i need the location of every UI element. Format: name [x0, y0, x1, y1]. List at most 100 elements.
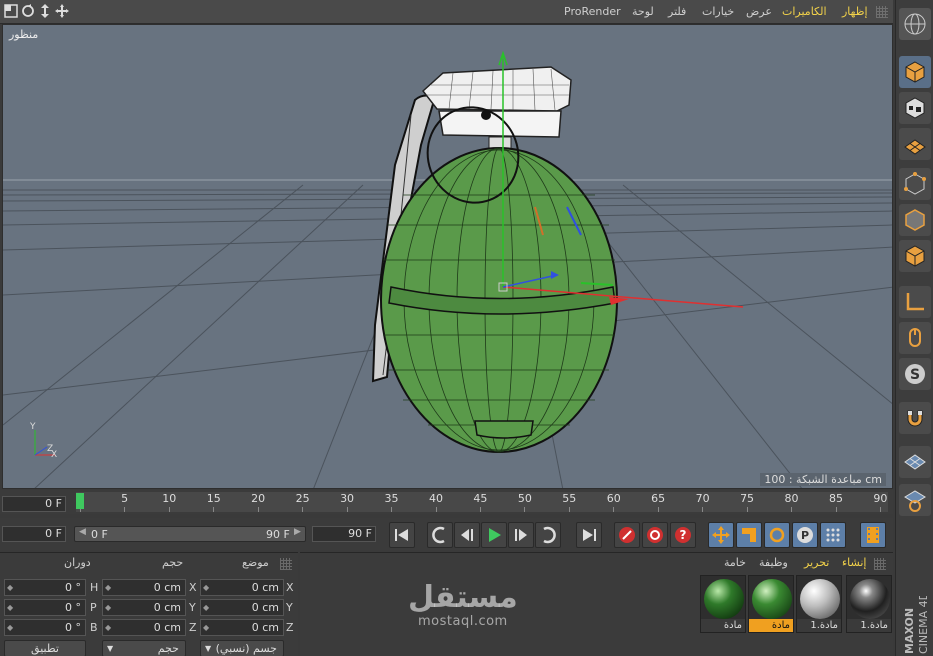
rotation-b-field[interactable]: ◆ 0 °: [4, 619, 86, 636]
material-swatch[interactable]: مادة: [700, 575, 746, 633]
solo-button[interactable]: S: [899, 358, 931, 390]
menu-cameras[interactable]: الكاميرات: [782, 5, 827, 18]
frame-range-slider[interactable]: ◀ 0 F 90 F ▶: [74, 526, 306, 542]
panel-grip-icon[interactable]: [876, 6, 888, 18]
locked-workplane-button[interactable]: [899, 484, 931, 516]
spinner-icon[interactable]: ◆: [105, 580, 111, 595]
position-x-field[interactable]: ◆ 0 cm: [200, 579, 284, 596]
texture-mode-button[interactable]: [899, 92, 931, 124]
rotate-icon[interactable]: [20, 4, 36, 20]
chevron-down-icon: ▼: [107, 644, 114, 653]
snap-button[interactable]: [899, 402, 931, 434]
workplane-button[interactable]: [899, 128, 931, 160]
timeline-tick: [302, 507, 304, 512]
apply-button[interactable]: تطبيق: [4, 640, 86, 656]
material-swatch[interactable]: مادة.1: [796, 575, 842, 633]
next-key-button[interactable]: [535, 522, 561, 548]
spinner-icon[interactable]: ◆: [105, 620, 111, 635]
keyframe-selection-button[interactable]: ?: [670, 522, 696, 548]
panel-grip-icon[interactable]: [874, 558, 886, 570]
rotation-key-toggle[interactable]: [764, 522, 790, 548]
workplane-grid-button[interactable]: [899, 446, 931, 478]
points-cube-icon: [904, 172, 926, 195]
edges-cube-icon: [905, 209, 925, 231]
position-key-toggle[interactable]: [708, 522, 734, 548]
material-swatch-selected[interactable]: مادة: [748, 575, 794, 633]
sphere-wire-icon: [904, 13, 926, 35]
position-z-field[interactable]: ◆ 0 cm: [200, 619, 284, 636]
tweak-mode-button[interactable]: [899, 322, 931, 354]
end-frame-field[interactable]: 90 F: [312, 526, 376, 542]
question-key-icon: ?: [675, 527, 691, 543]
menu-panel[interactable]: لوحة: [632, 5, 654, 18]
point-level-toggle[interactable]: [820, 522, 846, 548]
menu-options[interactable]: خيارات: [702, 5, 734, 18]
range-right-arrow-icon[interactable]: ▶: [294, 527, 301, 537]
spinner-icon[interactable]: ◆: [7, 600, 13, 615]
edges-mode-button[interactable]: [899, 204, 931, 236]
range-left-arrow-icon[interactable]: ◀: [79, 527, 86, 537]
range-start-value: 0 F: [91, 528, 108, 541]
current-frame-field[interactable]: 0 F: [2, 526, 66, 542]
grid-plane-blue-icon: [904, 454, 926, 470]
play-button[interactable]: [481, 522, 507, 548]
record-keys-button[interactable]: [614, 522, 640, 548]
axis-mode-button[interactable]: [899, 286, 931, 318]
next-key-icon: [543, 526, 556, 544]
position-header: موضع: [242, 556, 269, 569]
previous-key-button[interactable]: [427, 522, 453, 548]
menu-prorender[interactable]: ProRender: [564, 5, 621, 18]
menu-function[interactable]: وظيفة: [759, 556, 788, 569]
timeline-tick-label: 80: [784, 492, 799, 505]
move-cross-icon[interactable]: [54, 4, 70, 20]
menu-filter[interactable]: فلتر: [668, 5, 686, 18]
auto-key-button[interactable]: [642, 522, 668, 548]
timeline-ruler[interactable]: 051015202530354045505560657075808590: [76, 492, 888, 512]
maximize-icon[interactable]: [3, 4, 19, 20]
menu-view[interactable]: عرض: [746, 5, 772, 18]
size-x-field[interactable]: ◆ 0 cm: [102, 579, 186, 596]
magnet-icon: [907, 410, 923, 427]
material-swatch[interactable]: مادة.1: [846, 575, 892, 633]
size-mode-dropdown[interactable]: ▼ حجم: [102, 640, 186, 656]
playhead[interactable]: [76, 493, 84, 509]
scale-key-toggle[interactable]: [736, 522, 762, 548]
spinner-icon[interactable]: ◆: [105, 600, 111, 615]
dots-grid-icon: [826, 528, 840, 542]
timeline-tick-label: 25: [295, 492, 310, 505]
spinner-icon[interactable]: ◆: [203, 600, 209, 615]
menu-create[interactable]: إنشاء: [842, 556, 866, 569]
previous-frame-button[interactable]: [454, 522, 480, 548]
pos-axis-label: Z: [286, 621, 294, 634]
menu-display[interactable]: إظهار: [842, 5, 868, 18]
polygons-mode-button[interactable]: [899, 240, 931, 272]
perspective-viewport[interactable]: X Z Y منظور مباعدة الشبكة : 100 cm: [2, 24, 893, 489]
autokey-icon: [647, 527, 663, 543]
points-mode-button[interactable]: [899, 168, 931, 200]
model-mode-button[interactable]: [899, 56, 931, 88]
rotation-p-field[interactable]: ◆ 0 °: [4, 599, 86, 616]
spinner-icon[interactable]: ◆: [7, 620, 13, 635]
parameter-key-toggle[interactable]: P: [792, 522, 818, 548]
go-to-end-button[interactable]: [576, 522, 602, 548]
coordinate-mode-dropdown[interactable]: ▼ جسم (نسبي): [200, 640, 284, 656]
coordinate-mode-value: جسم (نسبي): [215, 642, 277, 655]
grid-spacing-readout: مباعدة الشبكة : 100 cm: [760, 473, 886, 486]
go-to-start-button[interactable]: [389, 522, 415, 548]
spinner-icon[interactable]: ◆: [203, 580, 209, 595]
spinner-icon[interactable]: ◆: [7, 580, 13, 595]
panel-grip-icon[interactable]: [280, 558, 292, 570]
display-mode-button[interactable]: [899, 8, 931, 40]
rotate-key-icon: [769, 527, 785, 543]
start-frame-field[interactable]: 0 F: [2, 496, 66, 512]
position-y-field[interactable]: ◆ 0 cm: [200, 599, 284, 616]
timeline-window-button[interactable]: [860, 522, 886, 548]
next-frame-button[interactable]: [508, 522, 534, 548]
rotation-h-field[interactable]: ◆ 0 °: [4, 579, 86, 596]
size-y-field[interactable]: ◆ 0 cm: [102, 599, 186, 616]
menu-texture[interactable]: خامة: [724, 556, 746, 569]
size-z-field[interactable]: ◆ 0 cm: [102, 619, 186, 636]
move-vertical-icon[interactable]: [37, 4, 53, 20]
spinner-icon[interactable]: ◆: [203, 620, 209, 635]
menu-edit[interactable]: تحرير: [804, 556, 829, 569]
